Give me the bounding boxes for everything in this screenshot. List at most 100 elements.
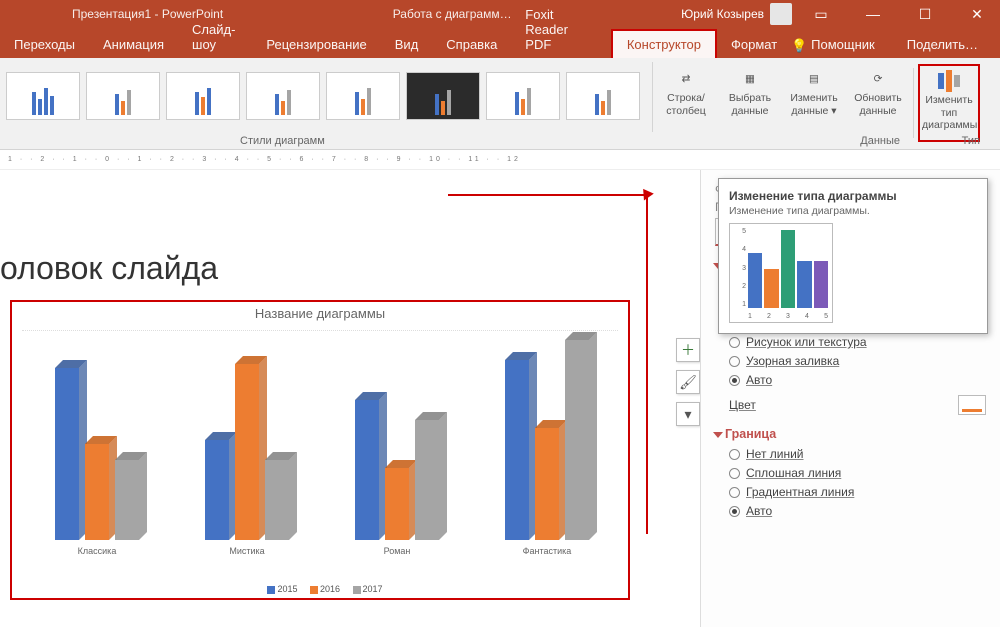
chart-cluster: Фантастика [477,340,617,540]
style-thumb[interactable] [166,72,240,120]
radio-label: Рисунок или текстура [746,335,867,349]
radio-icon [729,487,740,498]
style-thumb[interactable] [486,72,560,120]
tab-chart-design[interactable]: Конструктор [611,29,717,58]
section-border[interactable]: Граница [715,427,986,441]
share-button[interactable]: Поделить… [893,31,992,58]
chart-cluster: Мистика [177,364,317,540]
style-thumb[interactable] [6,72,80,120]
change-chart-type-button[interactable]: Изменить тип диаграммы [918,64,980,142]
chart-bar[interactable] [355,400,379,540]
style-thumb[interactable] [406,72,480,120]
chart-bar[interactable] [85,444,109,540]
chart-bar[interactable] [565,340,589,540]
radio-icon [729,375,740,386]
contextual-tab-label: Работа с диаграмм… [223,7,681,21]
radio-option[interactable]: Сплошная линия [729,466,986,480]
ribbon-data-group: ⇄ Строка/ столбец ▦ Выбрать данные ▤ Изм… [655,58,980,149]
legend-swatch-icon [267,586,275,594]
user-name: Юрий Козырев [681,7,764,21]
chart-title[interactable]: Название диаграммы [12,306,628,321]
chart-bar[interactable] [205,440,229,540]
radio-option[interactable]: Авто [729,373,986,387]
tab-animations[interactable]: Анимация [89,31,178,58]
radio-option[interactable]: Авто [729,504,986,518]
category-label: Мистика [177,546,317,556]
radio-icon [729,449,740,460]
radio-label: Узорная заливка [746,354,839,368]
chart-elements-button[interactable]: ＋ [676,338,700,362]
group-label-data: Данные [860,135,900,147]
category-label: Фантастика [477,546,617,556]
radio-label: Нет линий [746,447,804,461]
chart-bar[interactable] [235,364,259,540]
slide-canvas[interactable]: оловок слайда Название диаграммы Классик… [0,170,680,627]
refresh-data-button[interactable]: ⟳ Обновить данные [847,64,909,119]
chart-filters-button[interactable]: ▾ [676,402,700,426]
tell-me-button[interactable]: Помощник [809,31,889,58]
radio-label: Градиентная линия [746,485,854,499]
switch-row-column-button[interactable]: ⇄ Строка/ столбец [655,64,717,119]
tab-view[interactable]: Вид [381,31,433,58]
radio-label: Авто [746,373,772,387]
minimize-button[interactable]: — [850,0,896,28]
chart-cluster: Роман [327,400,467,540]
chart-bar[interactable] [55,368,79,540]
ribbon-tabs: Переходы Анимация Слайд-шоу Рецензирован… [0,28,1000,58]
legend-swatch-icon [353,586,361,594]
tooltip-text: Изменение типа диаграммы. [729,205,977,217]
title-bar: Презентация1 - PowerPoint Работа с диагр… [0,0,1000,28]
format-pane: Фо Пара ◆ З Нет заливкиСплошная заливкаГ… [700,170,1000,627]
workspace: оловок слайда Название диаграммы Классик… [0,170,1000,627]
ribbon: Стили диаграмм ⇄ Строка/ столбец ▦ Выбра… [0,58,1000,150]
select-data-button[interactable]: ▦ Выбрать данные [719,64,781,119]
style-thumb[interactable] [326,72,400,120]
tab-foxit[interactable]: Foxit Reader PDF [511,1,611,58]
style-thumb[interactable] [566,72,640,120]
tab-help[interactable]: Справка [432,31,511,58]
chart-bar[interactable] [415,420,439,540]
user-avatar-icon[interactable] [770,3,792,25]
close-button[interactable]: ✕ [954,0,1000,28]
bar-chart-icon [922,68,976,94]
group-label-styles: Стили диаграмм [240,135,325,147]
category-label: Классика [27,546,167,556]
radio-icon [729,337,740,348]
tooltip-title: Изменение типа диаграммы [729,189,977,203]
style-thumb[interactable] [246,72,320,120]
lightbulb-icon: 💡 [791,38,805,52]
radio-icon [729,468,740,479]
edit-data-button[interactable]: ▤ Изменить данные ▾ [783,64,845,119]
refresh-icon: ⟳ [849,66,907,92]
color-label: Цвет [729,398,756,412]
legend-swatch-icon [310,586,318,594]
tab-transitions[interactable]: Переходы [0,31,89,58]
chart-bar[interactable] [505,360,529,540]
annotation-arrow-head [638,185,654,200]
ribbon-options-button[interactable]: ▭ [798,0,844,28]
chart-styles-button[interactable]: 🖌 [676,370,700,394]
style-thumb[interactable] [86,72,160,120]
group-label-type: Тип [962,135,980,147]
chart-bar[interactable] [385,468,409,540]
slide-title-fragment[interactable]: оловок слайда [0,250,218,287]
tab-format[interactable]: Формат [717,31,791,58]
tab-review[interactable]: Рецензирование [252,31,380,58]
radio-icon [729,356,740,367]
switch-icon: ⇄ [657,66,715,92]
radio-label: Сплошная линия [746,466,841,480]
chart-bar[interactable] [535,428,559,540]
radio-option[interactable]: Узорная заливка [729,354,986,368]
chart-bar[interactable] [115,460,139,540]
maximize-button[interactable]: ☐ [902,0,948,28]
tab-slideshow[interactable]: Слайд-шоу [178,16,252,58]
horizontal-ruler: 1 · · 2 · · 1 · · 0 · · 1 · · 2 · · 3 · … [0,150,1000,170]
radio-option[interactable]: Нет линий [729,447,986,461]
chart-object[interactable]: Название диаграммы КлассикаМистикаРоманФ… [10,300,630,600]
chart-bar[interactable] [265,460,289,540]
radio-option[interactable]: Рисунок или текстура [729,335,986,349]
chart-styles-gallery[interactable] [0,58,650,149]
color-picker-button[interactable] [958,395,986,415]
radio-option[interactable]: Градиентная линия [729,485,986,499]
category-label: Роман [327,546,467,556]
